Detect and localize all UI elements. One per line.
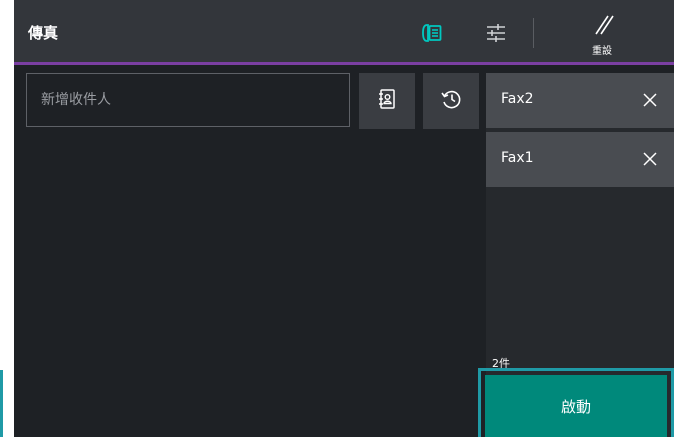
header-bar: 傳真 重設 (14, 0, 674, 65)
add-recipient-input[interactable] (26, 73, 350, 127)
address-book-icon (376, 88, 398, 114)
reset-label: 重設 (592, 46, 612, 57)
sliders-icon[interactable] (485, 22, 507, 44)
address-book-button[interactable] (359, 73, 415, 129)
fax-icon[interactable] (421, 22, 443, 44)
page-title: 傳真 (28, 24, 59, 42)
recipient-item[interactable]: Fax1 (486, 132, 674, 187)
recipient-label: Fax1 (501, 150, 534, 166)
close-icon[interactable] (642, 151, 658, 167)
header-divider (533, 18, 534, 48)
recipient-item[interactable]: Fax2 (486, 73, 674, 128)
start-button-focus: 啟動 (478, 368, 674, 437)
history-icon (440, 88, 462, 114)
start-button[interactable]: 啟動 (485, 375, 667, 437)
reset-button[interactable]: 重設 (574, 10, 630, 57)
fax-screen: 傳真 重設 新增收件人 Fax2 Fax1 2件 啟動 (14, 0, 674, 437)
reset-icon (592, 14, 614, 36)
focus-indicator (0, 370, 3, 437)
recipient-label: Fax2 (501, 91, 534, 107)
history-button[interactable] (423, 73, 479, 129)
close-icon[interactable] (642, 92, 658, 108)
